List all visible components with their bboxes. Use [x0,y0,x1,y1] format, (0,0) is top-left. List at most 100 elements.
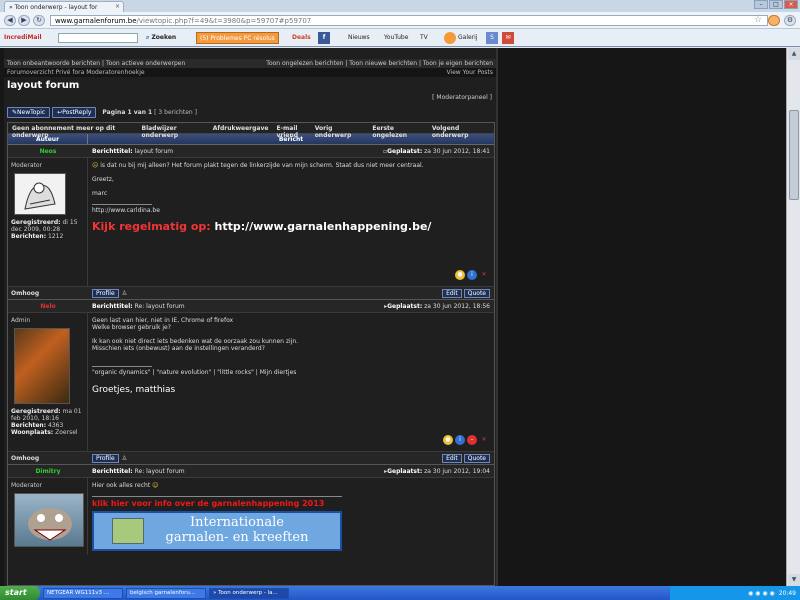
subject-text: Re: layout forum [134,468,185,475]
tv-button[interactable]: TV [420,32,428,44]
toolbar: IncrediMail ⌕ Zoeken (5) Problemes PC ré… [0,29,800,47]
wrench-menu-icon[interactable]: ⚙ [784,15,796,26]
smiley-icon: ☺ [152,482,159,489]
next-topic-link[interactable]: Volgend onderwerp [432,125,490,139]
post-count: [ 3 berichten ] [154,109,197,116]
bookmark-star-icon[interactable]: ☆ [754,15,762,25]
post-reply-button[interactable]: ↩PostReply [52,107,97,118]
toolbar-search-input[interactable] [58,33,138,43]
extension-icon[interactable] [768,15,780,26]
view-your-posts-link[interactable]: View Your Posts [446,69,493,76]
kijk-url: http://www.garnalenhappening.be/ [214,220,432,233]
happening-banner[interactable]: Internationale garnalen- en kreeften [92,511,342,551]
profile-button[interactable]: Profile [92,288,119,298]
task-garnalenforum[interactable]: belgisch garnalenforu... [126,587,206,599]
galerij-button[interactable]: Galerij [458,32,478,44]
author-info: Moderator [8,478,88,555]
posted-date: za 30 jun 2012, 18:56 [424,303,490,310]
bookmark-link[interactable]: Bladwijzer onderwerp [142,125,205,139]
print-view-link[interactable]: Afdrukweergave [213,125,269,132]
subject-text: Re: layout forum [134,303,185,310]
close-tab-icon[interactable]: × [115,3,120,10]
moderator-panel-link[interactable]: [ Moderatorpaneel ] [432,94,492,101]
registered-label: Geregistreerd: [11,219,61,226]
top-links-bar: Toon onbeantwoorde berichten | Toon acti… [4,59,496,68]
skype-icon[interactable]: S [486,32,498,44]
browser-tab[interactable]: » Toon onderwerp - layout for × [4,1,124,12]
previous-topic-link[interactable]: Vorig onderwerp [315,125,365,139]
scrollbar-thumb[interactable] [789,110,799,200]
back-to-top-link[interactable]: Omhoog [8,452,88,464]
forward-button[interactable]: ▶ [18,15,30,26]
address-bar[interactable]: www.garnalenforum.be/viewtopic.php?f=49&… [50,15,768,26]
unsubscribe-link[interactable]: Geen abonnement meer op dit onderwerp [12,125,134,139]
posted-label: Geplaatst: [387,303,423,310]
page-title[interactable]: layout forum [4,77,496,91]
tray-icons[interactable]: ◉ ◉ ◉ ◉ [748,590,775,597]
start-button[interactable]: start [0,586,40,600]
user-status-icon: ♙ [121,454,128,462]
problemes-button[interactable]: (5) Problemes PC résolus [196,32,279,44]
posted-label: Geplaatst: [387,468,423,475]
post-subject: Berichttitel: Re: layout forum [92,468,185,475]
nieuws-button[interactable]: Nieuws [348,32,370,44]
post-reply-label: PostReply [62,109,92,116]
first-unread-link[interactable]: Eerste ongelezen [372,125,423,139]
avatar [14,328,70,404]
zoeken-button[interactable]: ⌕ Zoeken [146,32,176,44]
task-netgear[interactable]: NETGEAR WG111v3 ... [43,587,123,599]
edit-button[interactable]: Edit [442,454,462,463]
delete-icon[interactable]: ✕ [479,270,489,280]
page-number: Pagina 1 van 1 [102,109,153,116]
post-text-1: Hier ook alles recht [92,482,151,489]
clock: 20:49 [778,589,796,597]
thumbs-icon[interactable]: ● [455,270,465,280]
unanswered-links[interactable]: Toon onbeantwoorde berichten | Toon acti… [7,60,185,67]
new-topic-button[interactable]: ✎NewTopic [7,107,51,118]
task-toon-onderwerp[interactable]: » Toon onderwerp - la... [209,587,289,599]
quote-button[interactable]: Quote [463,289,490,298]
happening-link[interactable]: klik hier voor info over de garnalenhapp… [92,499,490,508]
banner-line-1: Internationale [190,515,284,530]
maximize-button[interactable]: □ [769,0,783,9]
breadcrumb-links[interactable]: Forumoverzicht Privé fora Moderatorenhoe… [7,69,145,76]
reload-button[interactable]: ↻ [33,15,45,26]
back-to-top-link[interactable]: Omhoog [8,287,88,299]
signature-banner[interactable]: Kijk regelmatig op: http://www.garnalenh… [92,220,490,233]
post-content: ☹ is dat nu bij mij alleen? Het forum pl… [88,158,494,286]
scroll-down-icon[interactable]: ▼ [788,574,800,586]
thumbs-icon[interactable]: ● [443,435,453,445]
page-viewport: Toon onbeantwoorde berichten | Toon acti… [0,48,800,586]
mail-icon[interactable]: ✉ [502,32,514,44]
incredimail-button[interactable]: IncrediMail [4,32,42,44]
warn-icon[interactable]: – [467,435,477,445]
deals-button[interactable]: Deals [292,32,311,44]
browser-chrome: » Toon onderwerp - layout for × – □ × ◀ … [0,0,800,48]
post-text-3: Ik kan ook niet direct iets bedenken wat… [92,338,299,345]
minimize-button[interactable]: – [754,0,768,9]
profile-button[interactable]: Profile [92,453,119,463]
post-author[interactable]: Nelo [8,300,88,312]
scroll-up-icon[interactable]: ▲ [788,48,800,60]
vertical-scrollbar[interactable]: ▲ ▼ [786,48,800,586]
info-icon[interactable]: i [467,270,477,280]
post-author[interactable]: Dimitry [8,465,88,477]
post-author[interactable]: Neos [8,145,88,157]
delete-icon[interactable]: ✕ [479,435,489,445]
edit-button[interactable]: Edit [442,289,462,298]
info-icon[interactable]: i [455,435,465,445]
topic-actions: Geen abonnement meer op dit onderwerp Bl… [8,123,494,139]
avatar [14,493,84,547]
subject-label: Berichttitel: [92,303,133,310]
taskbar: start NETGEAR WG111v3 ... belgisch garna… [0,586,800,600]
facebook-icon[interactable]: f [318,32,330,44]
signature-links[interactable]: "organic dynamics" | "nature evolution" … [92,369,490,376]
quote-button[interactable]: Quote [463,454,490,463]
back-button[interactable]: ◀ [4,15,16,26]
table-header: Auteur Bericht [8,134,494,145]
close-window-button[interactable]: × [784,0,798,9]
email-friend-link[interactable]: E-mail vriend [276,125,314,139]
unread-links[interactable]: Toon ongelezen berichten | Toon nieuwe b… [266,60,493,67]
signature-link[interactable]: http://www.carldina.be [92,207,490,214]
youtube-button[interactable]: YouTube [384,32,408,44]
